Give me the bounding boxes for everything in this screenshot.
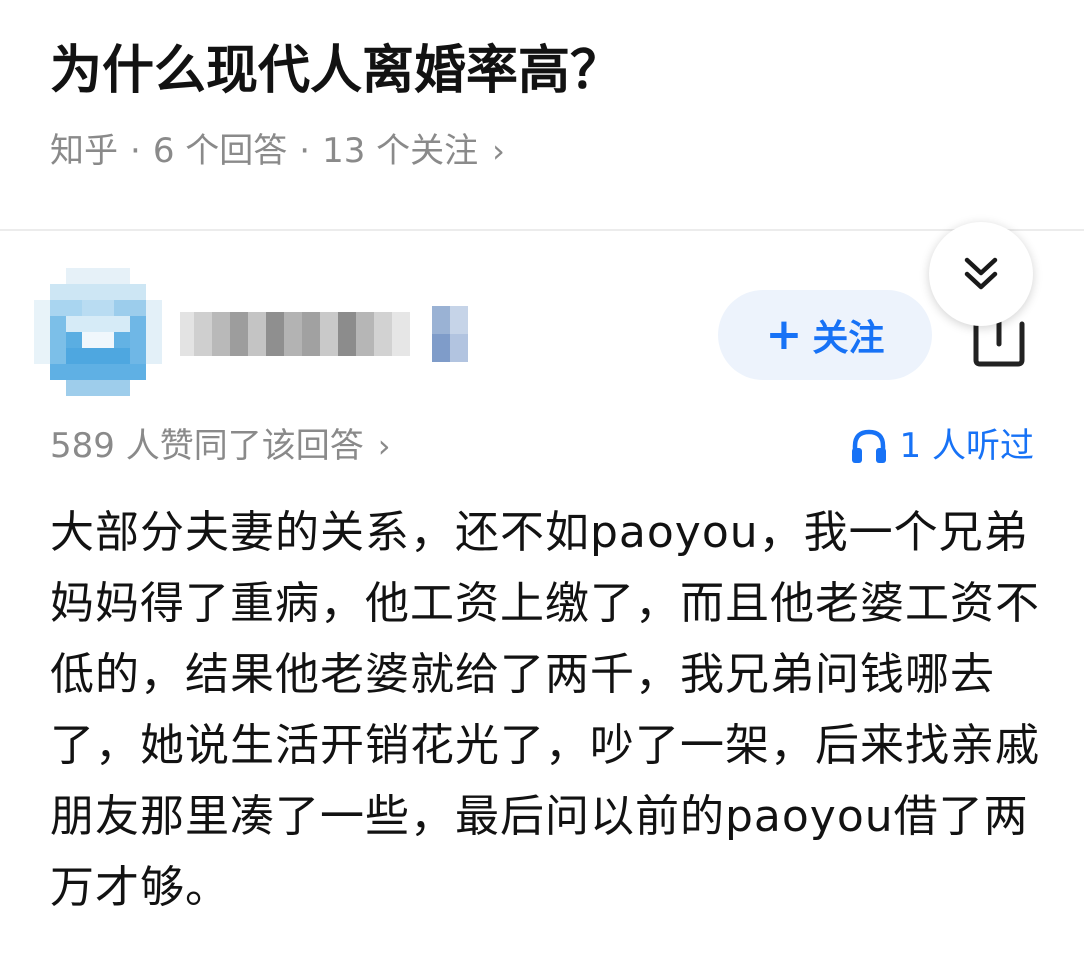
answer-count: 6 个回答: [152, 131, 288, 171]
upvote-summary[interactable]: 589 人赞同了该回答 ›: [50, 420, 391, 472]
listener-count: 1 人听过: [899, 426, 1034, 466]
answer-content: 大部分夫妻的关系，还不如paoyou，我一个兄弟妈妈得了重病，他工资上缴了，而且…: [50, 507, 1040, 913]
listen-summary[interactable]: 1 人听过: [850, 420, 1034, 472]
meta-separator: ·: [299, 131, 311, 171]
double-chevron-down-icon: [964, 257, 998, 290]
follow-button[interactable]: + 关注: [718, 290, 932, 380]
chevron-right-icon: ›: [377, 427, 391, 465]
meta-separator: ·: [130, 131, 141, 171]
blurred-name-icon: [180, 306, 468, 362]
follow-label: 关注: [812, 318, 885, 359]
question-title: 为什么现代人离婚率高？: [50, 41, 623, 101]
collapse-button[interactable]: [929, 222, 1033, 326]
divider: [0, 229, 1084, 231]
chevron-right-icon: ›: [492, 132, 505, 170]
question-meta[interactable]: 知乎 · 6 个回答 · 13 个关注 ›: [50, 126, 505, 176]
headphones-icon: [851, 429, 886, 463]
avatar[interactable]: [34, 268, 162, 396]
upvote-count: 589 人赞同了该回答: [50, 426, 364, 466]
plus-icon: +: [765, 309, 803, 360]
follower-count: 13 个关注: [322, 131, 479, 171]
author-name-blurred[interactable]: [180, 306, 490, 362]
source-label: 知乎: [50, 131, 118, 171]
avatar-blurred-icon: [34, 268, 162, 396]
